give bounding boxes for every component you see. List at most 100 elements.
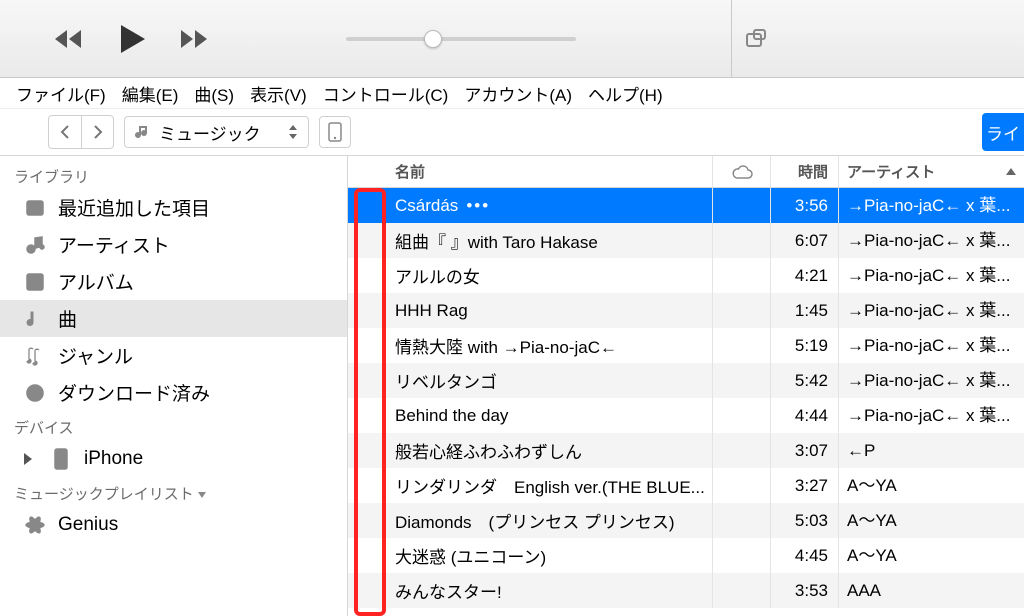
sidebar-item-recently-added[interactable]: 最近追加した項目	[0, 189, 347, 226]
updown-icon	[288, 124, 298, 140]
progress-knob[interactable]	[424, 30, 442, 48]
track-row[interactable]: Diamonds (プリンセス プリンセス)5:03A～YA	[348, 503, 1024, 538]
prev-button[interactable]	[48, 17, 92, 61]
disclosure-icon	[24, 453, 32, 465]
menu-edit[interactable]: 編集(E)	[122, 81, 179, 106]
track-artist: AAA	[839, 573, 1024, 608]
track-row[interactable]: アルルの女4:21→Pia-no-jaC← x 葉...	[348, 258, 1024, 293]
right-blue-label: ライ	[986, 120, 1020, 145]
player-bar	[0, 0, 1024, 78]
menu-view[interactable]: 表示(V)	[250, 81, 307, 106]
track-name: みんなスター!	[395, 578, 502, 603]
menu-account[interactable]: アカウント(A)	[464, 81, 572, 106]
nav-forward-button[interactable]	[81, 116, 113, 148]
track-name: リベルタンゴ	[395, 368, 497, 393]
sidebar-item-genres[interactable]: ジャンル	[0, 337, 347, 374]
more-icon[interactable]: •••	[466, 196, 490, 216]
menu-help[interactable]: ヘルプ(H)	[588, 81, 663, 106]
track-name: 情熱大陸 with →Pia-no-jaC←	[395, 333, 617, 358]
track-row[interactable]: 大迷惑 (ユニコーン)4:45A～YA	[348, 538, 1024, 573]
track-row[interactable]: みんなスター! 3:53AAA	[348, 573, 1024, 608]
sidebar-item-artists[interactable]: アーティスト	[0, 226, 347, 263]
artists-icon	[24, 234, 46, 256]
sidebar-item-downloaded[interactable]: ダウンロード済み	[0, 374, 347, 411]
track-artist: →Pia-no-jaC← x 葉...	[839, 293, 1024, 328]
sidebar-item-label: ジャンル	[58, 342, 133, 369]
track-time: 5:42	[771, 363, 839, 398]
play-button[interactable]	[110, 17, 154, 61]
track-row[interactable]: Csárdás ••• 3:56→Pia-no-jaC← x 葉...	[348, 188, 1024, 223]
track-time: 3:56	[771, 188, 839, 223]
sidebar-playlist-genius[interactable]: Genius	[0, 506, 347, 543]
sidebar-item-label: ダウンロード済み	[58, 379, 210, 406]
track-row[interactable]: リベルタンゴ 5:42→Pia-no-jaC← x 葉...	[348, 363, 1024, 398]
track-time: 4:44	[771, 398, 839, 433]
recently-added-icon	[24, 197, 46, 219]
track-name: 組曲『 』with Taro Hakase	[395, 228, 598, 253]
sidebar-item-label: アルバム	[58, 268, 134, 295]
track-artist: ←P	[839, 433, 1024, 468]
track-artist: →Pia-no-jaC← x 葉...	[839, 398, 1024, 433]
tracks-header: 名前 時間 アーティスト	[348, 156, 1024, 188]
track-row[interactable]: HHH Rag1:45→Pia-no-jaC← x 葉...	[348, 293, 1024, 328]
track-artist: A～YA	[839, 503, 1024, 538]
track-row[interactable]: Behind the day 4:44→Pia-no-jaC← x 葉...	[348, 398, 1024, 433]
sidebar-devices-header: デバイス	[0, 411, 347, 440]
menu-file[interactable]: ファイル(F)	[16, 81, 106, 106]
col-name-header[interactable]: 名前	[393, 156, 713, 187]
track-time: 3:27	[771, 468, 839, 503]
sidebar-item-label: 曲	[58, 305, 77, 332]
media-type-select[interactable]: ミュージック	[124, 116, 309, 148]
track-artist: →Pia-no-jaC← x 葉...	[839, 188, 1024, 223]
sidebar: ライブラリ 最近追加した項目アーティストアルバム曲ジャンルダウンロード済み デバ…	[0, 156, 348, 616]
menu-bar: ファイル(F) 編集(E) 曲(S) 表示(V) コントロール(C) アカウント…	[0, 78, 1024, 108]
col-cloud-header[interactable]	[713, 156, 771, 187]
track-artist: →Pia-no-jaC← x 葉...	[839, 223, 1024, 258]
track-name: Csárdás	[395, 196, 458, 216]
nav-back-button[interactable]	[49, 116, 81, 148]
track-row[interactable]: リンダリンダ English ver.(THE BLUE...3:27A～YA	[348, 468, 1024, 503]
genres-icon	[24, 345, 46, 367]
sidebar-item-label: iPhone	[84, 448, 143, 470]
downloaded-icon	[24, 382, 46, 404]
track-row[interactable]: 般若心経ふわふわずしん3:07←P	[348, 433, 1024, 468]
col-time-header[interactable]: 時間	[771, 156, 839, 187]
track-name: 大迷惑 (ユニコーン)	[395, 543, 546, 568]
track-row[interactable]: 組曲『 』with Taro Hakase 6:07→Pia-no-jaC← x …	[348, 223, 1024, 258]
device-button[interactable]	[319, 116, 351, 148]
menu-song[interactable]: 曲(S)	[194, 81, 234, 106]
toolbar: ミュージック ライ	[0, 108, 1024, 156]
sidebar-item-label: Genius	[58, 514, 118, 536]
right-blue-button[interactable]: ライ	[982, 113, 1024, 151]
track-time: 6:07	[771, 223, 839, 258]
track-name: HHH Rag	[395, 301, 468, 321]
track-row[interactable]: 情熱大陸 with →Pia-no-jaC←5:19→Pia-no-jaC← x…	[348, 328, 1024, 363]
cloud-icon	[731, 164, 753, 180]
phone-icon	[328, 122, 342, 142]
progress-slider[interactable]	[346, 37, 576, 41]
track-artist: →Pia-no-jaC← x 葉...	[839, 363, 1024, 398]
track-name: Behind the day	[395, 406, 508, 426]
track-name: Diamonds (プリンセス プリンセス)	[395, 508, 675, 533]
sidebar-item-label: アーティスト	[58, 231, 170, 258]
albums-icon	[24, 271, 46, 293]
track-name: 般若心経ふわふわずしん	[395, 438, 582, 463]
track-artist: A～YA	[839, 468, 1024, 503]
next-button[interactable]	[172, 17, 216, 61]
track-artist: →Pia-no-jaC← x 葉...	[839, 328, 1024, 363]
track-name: アルルの女	[395, 263, 480, 288]
track-time: 3:53	[771, 573, 839, 608]
menu-control[interactable]: コントロール(C)	[323, 81, 449, 106]
nav-buttons	[48, 115, 114, 149]
phone-icon	[50, 448, 72, 470]
col-artist-header[interactable]: アーティスト	[839, 156, 1024, 187]
sidebar-item-songs[interactable]: 曲	[0, 300, 347, 337]
col-artist-label: アーティスト	[847, 161, 935, 182]
sort-caret-icon	[1006, 168, 1016, 175]
miniplayer-button[interactable]	[731, 0, 779, 77]
sidebar-item-label: 最近追加した項目	[58, 194, 210, 221]
playback-controls	[48, 17, 216, 61]
sidebar-item-albums[interactable]: アルバム	[0, 263, 347, 300]
sidebar-device-iphone[interactable]: iPhone	[0, 440, 347, 477]
sidebar-playlists-header[interactable]: ミュージックプレイリスト	[0, 477, 347, 506]
